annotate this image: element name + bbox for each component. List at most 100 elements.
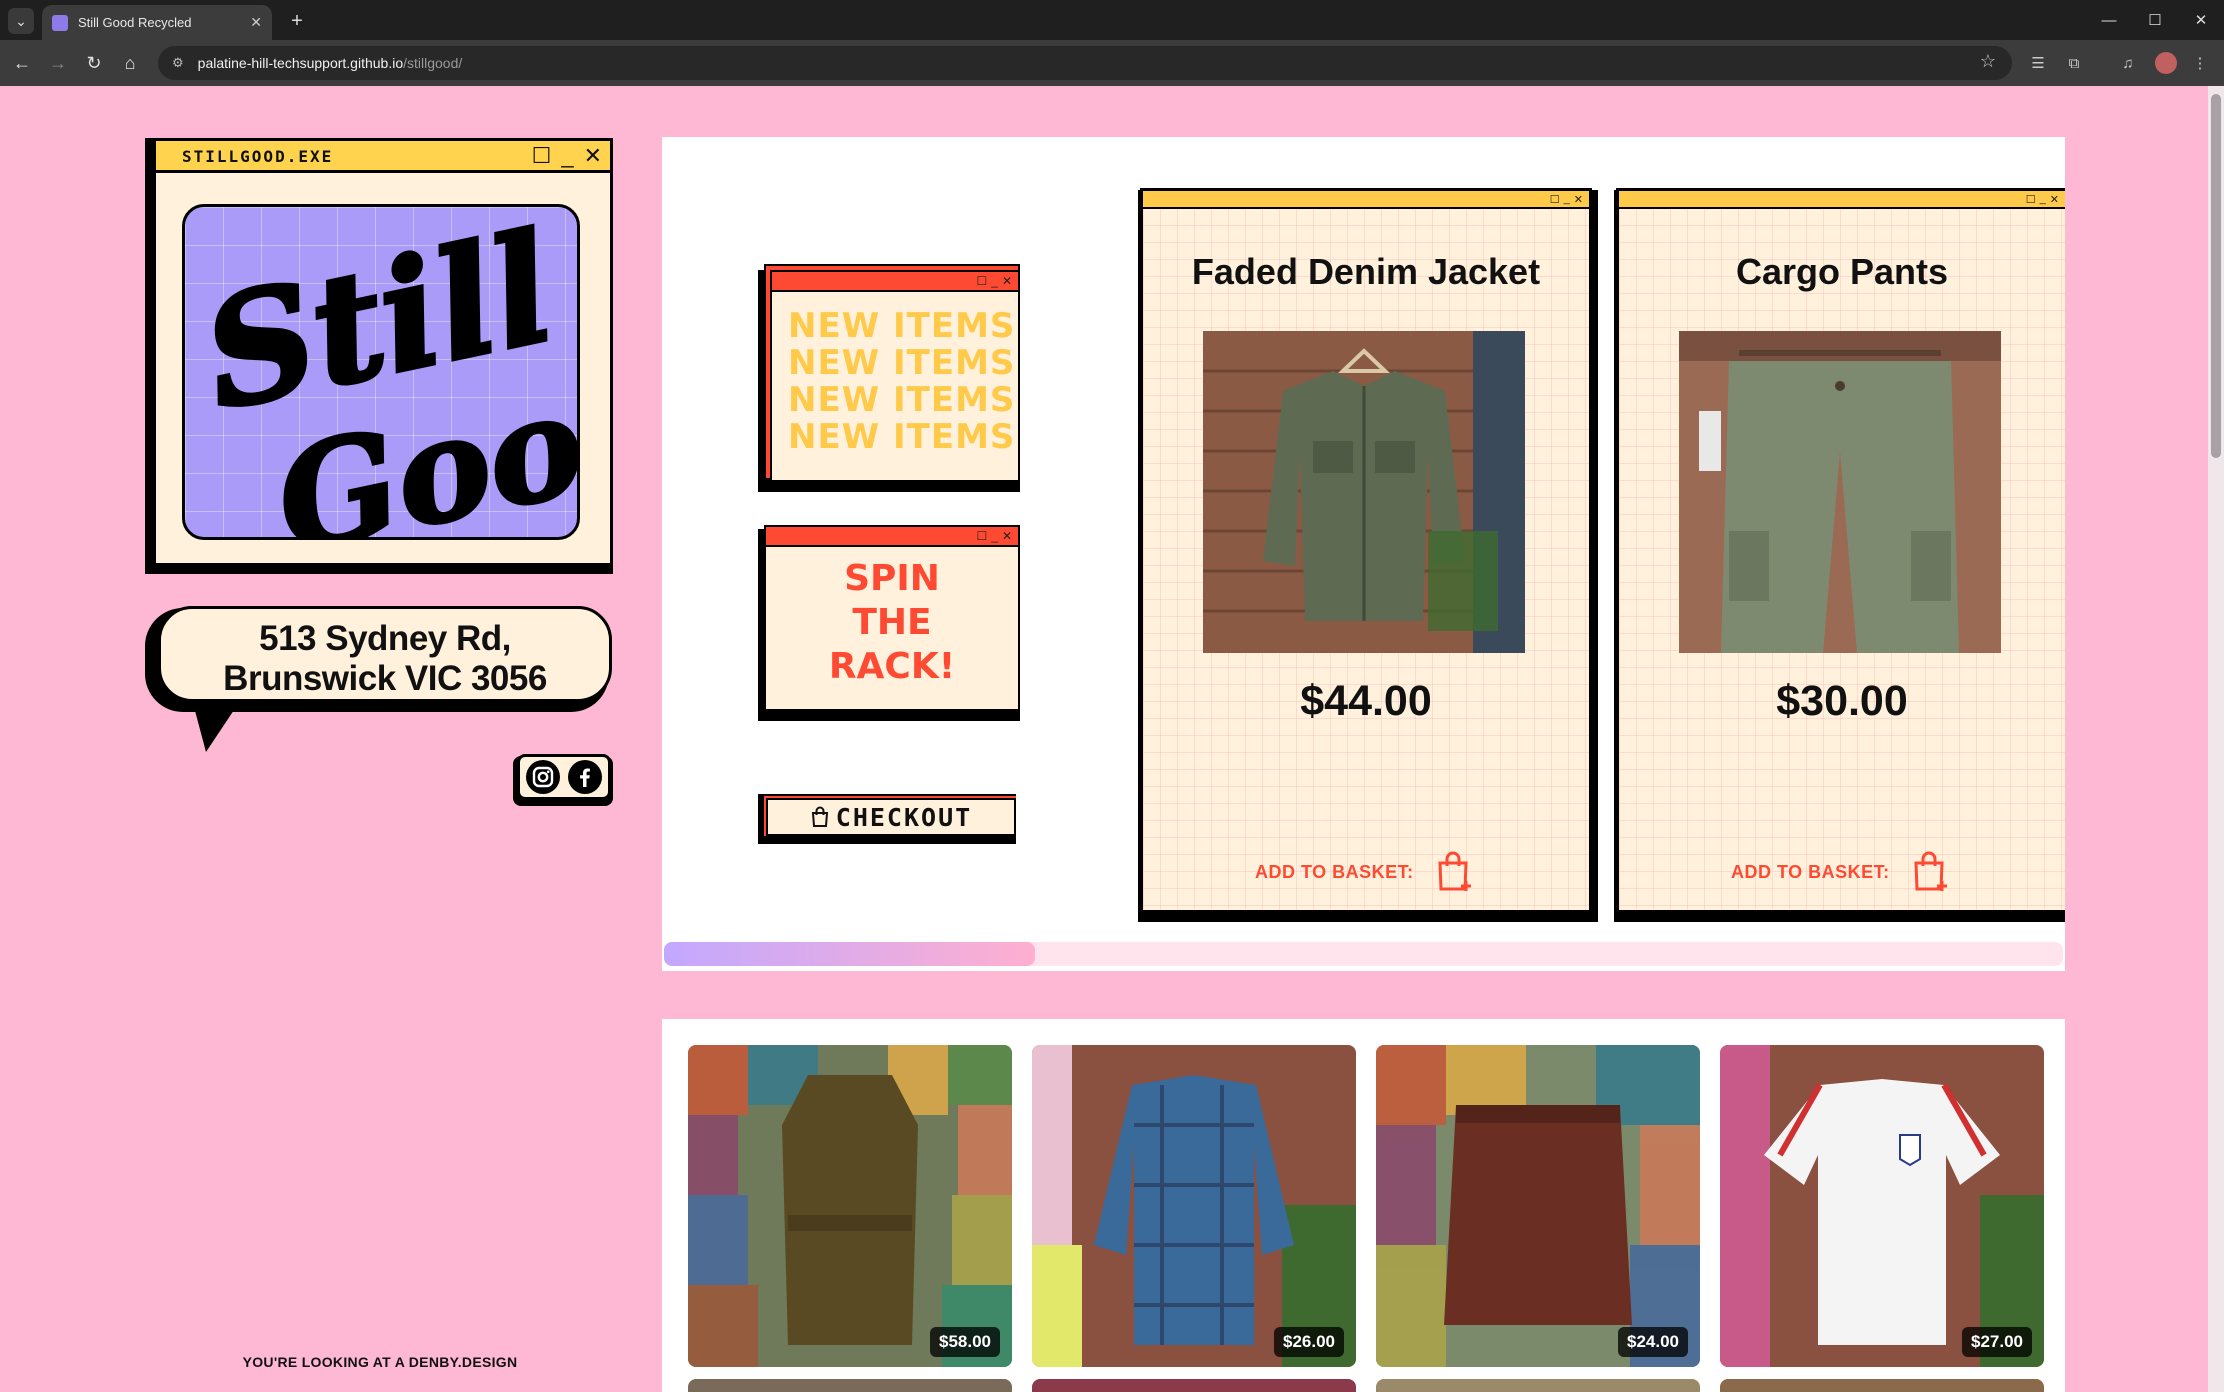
home-icon[interactable]: ⌂ [116,49,144,77]
product-photo-denim-jacket[interactable] [1203,331,1525,653]
close-icon: ✕ [583,143,602,168]
profile-avatar[interactable] [2155,52,2177,74]
shopping-bag-icon [811,806,828,827]
window-controls: ☐ _ ✕ [976,272,1012,290]
checkout-button[interactable]: CHECKOUT [766,798,1016,836]
close-icon: ✕ [2049,193,2059,206]
logo-window-title: STILLGOOD.EXE [182,147,334,166]
add-to-basket-icon [1914,851,1947,891]
spin-the-rack-button[interactable]: SPIN THE RACK! [766,547,1018,689]
card-titlebar: ☐ _ ✕ [1143,191,1589,209]
new-items-line: NEW ITEMS [788,380,1016,420]
designer-credit[interactable]: YOU'RE LOOKING AT A DENBY.DESIGN [160,1354,600,1370]
grid-price: $58.00 [930,1327,1000,1357]
close-icon: ✕ [1001,274,1012,288]
page-scrollbar[interactable] [2208,86,2224,1392]
tab-close-icon[interactable]: ✕ [250,14,262,31]
address-bubble: 513 Sydney Rd, Brunswick VIC 3056 [158,606,612,702]
minimize-icon[interactable]: — [2086,0,2132,40]
spin-line: THE [852,602,932,643]
forward-icon[interactable]: → [44,49,72,77]
page-viewport: STILLGOOD.EXE ☐ _ ✕ Still Good 513 Sydne… [0,86,2224,1392]
product-name: Faded Denim Jacket [1191,251,1541,292]
grid-product[interactable] [1720,1379,2044,1392]
new-items-line: NEW ITEMS [788,306,1016,346]
product-photo-satin-skirt [1376,1045,1700,1367]
page-scroll-thumb[interactable] [2211,94,2221,458]
checkout-label: CHECKOUT [835,802,973,832]
close-icon: ✕ [1573,193,1583,206]
site-info-icon[interactable]: ⚙ [172,55,184,71]
product-price: $30.00 [1776,677,1908,725]
grid-product[interactable] [688,1379,1012,1392]
logo-titlebar: STILLGOOD.EXE ☐ _ ✕ [156,141,610,173]
maximize-icon: ☐ [1549,193,1560,206]
social-links [517,754,611,800]
product-grid: $58.00 $26.00 $24.00 $27.00 [662,1019,2065,1392]
spin-window[interactable]: ☐ _ ✕ SPIN THE RACK! [764,525,1020,711]
address-bar[interactable]: ⚙ palatine-hill-techsupport.github.io /s… [158,46,2012,80]
carousel-scroll-track[interactable] [664,942,2063,966]
back-icon[interactable]: ← [8,49,36,77]
new-items-line: NEW ITEMS [788,417,1016,457]
tab-title: Still Good Recycled [78,15,192,30]
reading-list-icon[interactable]: ☰ [2026,51,2050,75]
close-icon: ✕ [1001,529,1012,543]
window-controls: ☐ _ ✕ [976,527,1012,545]
grid-price: $24.00 [1618,1327,1688,1357]
new-items-window[interactable]: ☐ _ ✕ NEW ITEMS NEW ITEMS NEW ITEMS NEW IT… [770,270,1020,482]
add-to-basket-button[interactable]: ADD TO BASKET: [1731,851,1950,893]
url-host: palatine-hill-techsupport.github.io [197,55,404,71]
minimize-icon: _ [2039,193,2046,205]
maximize-icon[interactable]: ☐ [2132,0,2178,40]
media-icon[interactable]: ♫ [2116,51,2140,75]
grid-product[interactable]: $58.00 [688,1045,1012,1367]
maximize-icon: ☐ [2025,193,2036,206]
grid-product[interactable]: $27.00 [1720,1045,2044,1367]
window-controls: — ☐ ✕ [2086,0,2224,40]
new-items-titlebar: ☐ _ ✕ [772,272,1018,292]
product-photo-football-jersey [1720,1045,2044,1367]
favicon-icon [52,14,68,31]
grid-price: $27.00 [1962,1327,2032,1357]
new-items-text: NEW ITEMS NEW ITEMS NEW ITEMS NEW ITEMS [772,292,1018,456]
close-window-icon[interactable]: ✕ [2178,0,2224,40]
featured-panel: ☐ _ ✕ NEW ITEMS NEW ITEMS NEW ITEMS NEW IT… [662,137,2065,971]
browser-tabstrip: ⌄ Still Good Recycled ✕ + — ☐ ✕ [0,0,2224,40]
facebook-icon[interactable] [568,760,602,794]
grid-product[interactable]: $24.00 [1376,1045,1700,1367]
spin-line: SPIN [844,558,940,599]
grid-product[interactable]: $26.00 [1032,1045,1356,1367]
new-tab-icon[interactable]: + [284,8,310,34]
carousel-scroll-thumb[interactable] [664,942,1035,966]
extensions-icon[interactable]: ⧉ [2062,51,2086,75]
product-card[interactable]: ☐ _ ✕ Cargo Pants $30.00 ADD TO BASKET: [1616,188,2065,913]
product-photo-plaid-shirt [1032,1045,1356,1367]
add-to-basket-icon [1438,851,1471,891]
address-line-1: 513 Sydney Rd, [259,619,511,658]
maximize-icon: ☐ [531,143,552,168]
grid-product[interactable] [1376,1379,1700,1392]
product-photo-cargo-pants[interactable] [1679,331,2001,653]
maximize-icon: ☐ [976,529,988,543]
menu-icon[interactable]: ⋮ [2188,51,2212,75]
spin-line: RACK! [828,646,956,687]
product-name: Cargo Pants [1735,251,1949,292]
tab-still-good[interactable]: Still Good Recycled ✕ [42,5,272,40]
product-card[interactable]: ☐ _ ✕ Faded Denim Jacket $44.00 ADD TO B… [1140,188,1592,913]
grid-product[interactable] [1032,1379,1356,1392]
minimize-icon: _ [561,143,574,168]
browser-toolbar: ← → ↻ ⌂ ⚙ palatine-hill-techsupport.gith… [0,40,2224,86]
minimize-icon: _ [991,529,998,543]
tab-search-icon[interactable]: ⌄ [8,8,34,34]
product-photo-olive-trench [688,1045,1012,1367]
bookmark-star-icon[interactable]: ☆ [1980,51,1996,72]
reload-icon[interactable]: ↻ [80,49,108,77]
instagram-icon[interactable] [526,760,560,794]
add-to-basket-label: ADD TO BASKET: [1255,861,1414,882]
logo-window-controls: ☐ _ ✕ [532,143,602,169]
minimize-icon: _ [991,274,998,288]
logo-lettering: Still Good [188,207,577,537]
add-to-basket-button[interactable]: ADD TO BASKET: [1255,851,1474,893]
add-to-basket-label: ADD TO BASKET: [1731,861,1890,882]
